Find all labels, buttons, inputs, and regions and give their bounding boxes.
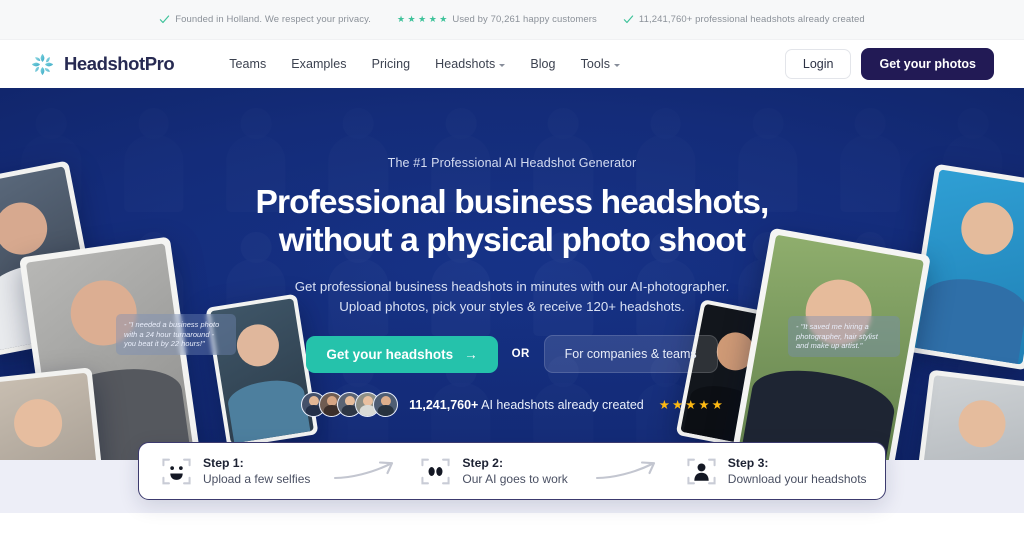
arrow-right-icon: → [464, 346, 478, 362]
nav-links: Teams Examples Pricing Headshots Blog To… [229, 57, 620, 71]
nav-link-examples[interactable]: Examples [291, 57, 346, 71]
hero-content: The #1 Professional AI Headshot Generato… [0, 156, 1024, 417]
social-proof-text: 11,241,760+ AI headshots already created [409, 398, 644, 412]
hero-subheadline: Get professional business headshots in m… [0, 277, 1024, 317]
navigation-bar: HeadshotPro Teams Examples Pricing Heads… [0, 40, 1024, 88]
nav-link-headshots-label: Headshots [435, 57, 496, 71]
check-icon [160, 15, 170, 24]
login-button[interactable]: Login [784, 49, 852, 79]
get-your-headshots-label: Get your headshots [326, 346, 454, 362]
nav-link-pricing[interactable]: Pricing [372, 57, 411, 71]
step-2: Step 2: Our AI goes to work [420, 456, 568, 487]
step-3-desc: Download your headshots [727, 471, 867, 486]
trust-item-customers: ★ ★ ★ ★ ★ Used by 70,261 happy customers [397, 14, 597, 25]
hero-sub-line1: Get professional business headshots in m… [294, 279, 730, 294]
avatar [373, 392, 399, 417]
step-2-desc: Our AI goes to work [462, 471, 568, 486]
page-root: Founded in Holland. We respect your priv… [0, 0, 1024, 538]
eyes-scan-icon [421, 458, 450, 484]
get-your-photos-button[interactable]: Get your photos [861, 48, 994, 80]
headshotpro-logo-icon [31, 53, 54, 75]
brand-logo-link[interactable]: HeadshotPro [30, 52, 175, 77]
nav-link-tools[interactable]: Tools [581, 57, 620, 71]
trust-item-privacy: Founded in Holland. We respect your priv… [159, 14, 371, 25]
step-2-text: Step 2: Our AI goes to work [462, 456, 567, 487]
stars-icon: ★ ★ ★ ★ ★ [396, 14, 448, 24]
trust-text-customers: Used by 70,261 happy customers [452, 14, 597, 25]
social-proof-label: AI headshots already created [478, 397, 644, 412]
step-3-title: Step 3: [727, 455, 769, 470]
step-1-title: Step 1: [203, 455, 244, 470]
trust-item-headshots: 11,241,760+ professional headshots alrea… [623, 14, 865, 25]
trust-bar: Founded in Holland. We respect your priv… [0, 0, 1024, 40]
testimonial-quote-left: - "I needed a business photo with a 24 h… [116, 314, 236, 355]
step-2-title: Step 2: [462, 455, 504, 470]
for-companies-teams-button[interactable]: For companies & teams [543, 335, 718, 373]
white-band [0, 513, 1024, 538]
chevron-down-icon [614, 63, 620, 67]
chevron-down-icon [499, 63, 506, 67]
hero-headline: Professional business headshots, without… [0, 184, 1024, 260]
step-1-text: Step 1: Upload a few selfies [203, 456, 310, 487]
nav-link-teams-label: Teams [229, 57, 267, 71]
social-proof-count: 11,241,760+ [409, 397, 479, 412]
nav-link-pricing-label: Pricing [371, 57, 411, 71]
nav-link-blog-label: Blog [530, 57, 556, 71]
step-3: Step 3: Download your headshots [686, 456, 867, 487]
testimonial-quote-right: - "It saved me hiring a photographer, ha… [788, 316, 900, 357]
nav-link-tools-label: Tools [580, 57, 610, 71]
nav-actions: Login Get your photos [784, 48, 994, 80]
step-1-desc: Upload a few selfies [203, 471, 311, 486]
trust-text-privacy: Founded in Holland. We respect your priv… [175, 14, 371, 25]
person-scan-icon [687, 458, 716, 484]
arrow-curve-icon-2 [595, 461, 655, 480]
steps-bar: Step 1: Upload a few selfies Step 2: Our… [138, 442, 886, 500]
social-proof-row: 11,241,760+ AI headshots already created… [0, 392, 1024, 417]
nav-link-blog[interactable]: Blog [530, 57, 555, 71]
step-1: Step 1: Upload a few selfies [161, 456, 310, 487]
hero-headline-line2: without a physical photo shoot [278, 222, 746, 259]
check-icon [623, 15, 634, 24]
rating-stars-icon: ★ ★ ★ ★ ★ [658, 397, 723, 412]
nav-link-teams[interactable]: Teams [229, 57, 266, 71]
hero-sub-line2: Upload photos, pick your styles & receiv… [339, 299, 685, 314]
step-3-text: Step 3: Download your headshots [728, 456, 867, 487]
brand-name: HeadshotPro [64, 53, 175, 74]
cta-or-divider: OR [511, 348, 530, 360]
trust-text-headshots: 11,241,760+ professional headshots alrea… [638, 14, 865, 25]
hero-eyebrow: The #1 Professional AI Headshot Generato… [387, 156, 637, 170]
nav-link-examples-label: Examples [291, 57, 347, 71]
arrow-curve-icon-1 [334, 461, 394, 480]
hero-section: - "I needed a business photo with a 24 h… [0, 88, 1024, 460]
nav-link-headshots[interactable]: Headshots [435, 57, 506, 71]
hero-headline-line1: Professional business headshots, [255, 184, 770, 221]
get-your-headshots-button[interactable]: Get your headshots → [306, 335, 498, 373]
avatar-group [301, 392, 399, 417]
face-scan-icon [162, 458, 191, 484]
